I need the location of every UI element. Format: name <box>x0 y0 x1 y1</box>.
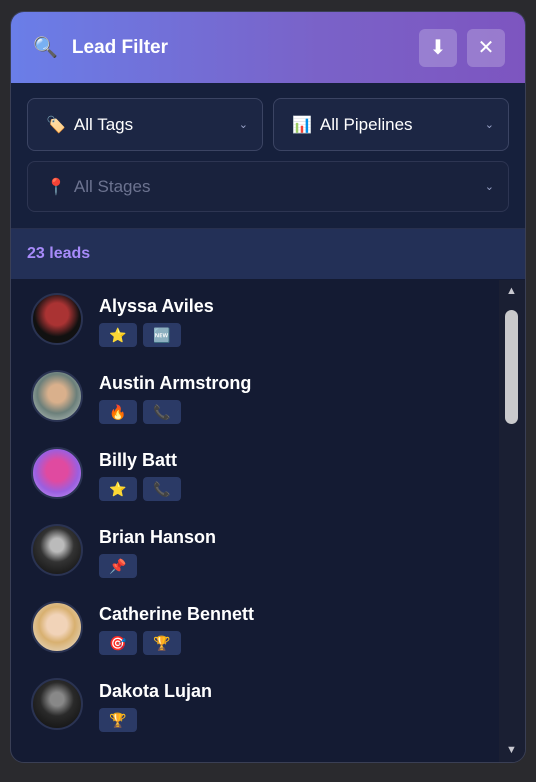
phone-icon: 📞 <box>143 477 181 501</box>
lead-name: Alyssa Aviles <box>99 296 214 316</box>
lead-name: Dakota Lujan <box>99 681 213 701</box>
fire-icon: 🔥 <box>99 400 137 424</box>
pin-icon: 📍 <box>46 178 66 196</box>
avatar <box>31 447 83 499</box>
avatar <box>31 601 83 653</box>
filter-section: 🏷️ All Tags ⌄ 📊 All Pipelines ⌄ 📍 All St… <box>11 83 525 229</box>
lead-list: Alyssa Aviles ⭐ 🆕 Austin Armstrong 🔥 📞 B… <box>11 280 501 762</box>
scroll-down-icon[interactable]: ▼ <box>506 744 517 756</box>
search-icon: 🔍 <box>33 37 58 59</box>
pipelines-select-label: All Pipelines <box>319 114 413 134</box>
avatar <box>31 293 83 345</box>
list-item[interactable]: Catherine Bennett 🎯 🏆 <box>11 588 501 665</box>
pin-icon: 📌 <box>99 554 137 578</box>
lead-name: Catherine Bennett <box>99 604 255 624</box>
chevron-down-icon: ⌄ <box>484 181 494 193</box>
lead-name: Brian Hanson <box>99 527 217 547</box>
close-button[interactable]: ✕ <box>467 28 505 67</box>
avatar <box>31 370 83 422</box>
pipelines-select[interactable]: 📊 All Pipelines ⌄ <box>273 98 509 151</box>
scrollbar[interactable]: ▲ ▼ <box>499 280 525 762</box>
panel-header: 🔍 Lead Filter ⬇ ✕ <box>11 12 525 83</box>
tags-select[interactable]: 🏷️ All Tags ⌄ <box>27 98 263 151</box>
stages-select[interactable]: 📍 All Stages ⌄ <box>27 161 509 212</box>
avatar <box>31 524 83 576</box>
lead-count: 23 leads <box>27 245 91 262</box>
stages-select-label: All Stages <box>73 176 151 196</box>
new-icon: 🆕 <box>143 323 181 347</box>
chart-icon: 📊 <box>292 116 312 134</box>
tags-select-label: All Tags <box>73 114 134 134</box>
star-icon: ⭐ <box>99 477 137 501</box>
list-item[interactable]: Dakota Lujan 🏆 <box>11 665 501 742</box>
scrollbar-thumb[interactable] <box>505 310 518 424</box>
scroll-up-icon[interactable]: ▲ <box>506 285 517 297</box>
target-icon: 🎯 <box>99 631 137 655</box>
list-item[interactable]: Brian Hanson 📌 <box>11 511 501 588</box>
download-icon: ⬇ <box>429 37 447 59</box>
lead-filter-panel: 🔍 Lead Filter ⬇ ✕ 🏷️ All Tags ⌄ 📊 All Pi… <box>10 11 526 763</box>
trophy-icon: 🏆 <box>143 631 181 655</box>
close-icon: ✕ <box>477 37 495 59</box>
trophy-icon: 🏆 <box>99 708 137 732</box>
list-item[interactable]: Alyssa Aviles ⭐ 🆕 <box>11 280 501 357</box>
download-button[interactable]: ⬇ <box>419 28 457 67</box>
phone-icon: 📞 <box>143 400 181 424</box>
list-item[interactable]: Austin Armstrong 🔥 📞 <box>11 357 501 434</box>
panel-title: Lead Filter <box>71 36 168 58</box>
lead-name: Austin Armstrong <box>99 373 252 393</box>
avatar <box>31 678 83 730</box>
chevron-down-icon: ⌄ <box>484 119 494 131</box>
tag-icon: 🏷️ <box>46 116 66 134</box>
list-item[interactable]: Billy Batt ⭐ 📞 <box>11 434 501 511</box>
chevron-down-icon: ⌄ <box>238 119 248 131</box>
star-icon: ⭐ <box>99 323 137 347</box>
lead-name: Billy Batt <box>99 450 178 470</box>
lead-count-bar: 23 leads <box>11 229 525 279</box>
